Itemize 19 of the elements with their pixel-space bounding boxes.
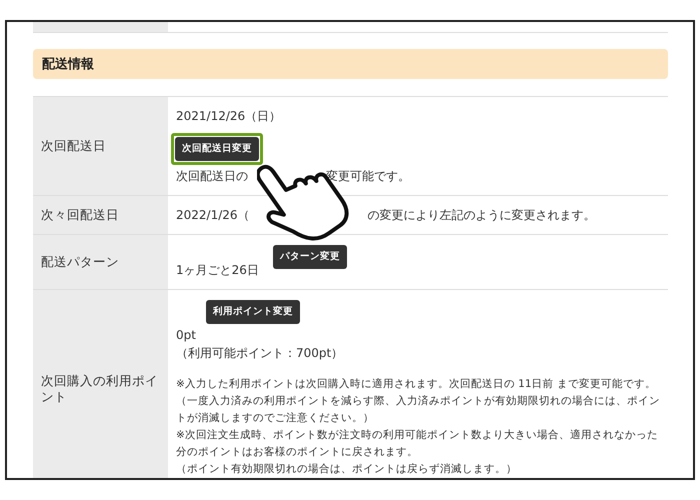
change-button[interactable]: 次回配送日変更 xyxy=(175,137,259,161)
row-label: 次々回配送日 xyxy=(41,206,119,224)
change-button[interactable]: パターン変更 xyxy=(272,245,347,269)
row-label: 配送パターン xyxy=(41,254,119,270)
delivery-date: 2021/12/26（日） xyxy=(176,108,282,125)
delivery-date: 2022/1/26（ xyxy=(176,207,250,224)
note-text: ※入力した利用ポイントは次回購入時に適用されます。次回配送日の 11日前 まで変更可能です。 xyxy=(176,377,657,392)
note-text: ※次回注文生成時、ポイント数が注文時の利用可能ポイント数より大きい場合、適用されなかった分のポイントはお客様のポイントに戻されます。 xyxy=(176,428,659,460)
note-text: （一度入力済みの利用ポイントを減らす際、入力済みポイントが有効期限切れの場合には、ポイントが消滅しますのでご注意ください。） xyxy=(176,394,660,426)
row-label: 次回購入の利用ポイント xyxy=(41,372,159,406)
note-text: 次回配送日の xyxy=(176,168,248,185)
section-title: 配送情報 xyxy=(42,56,94,73)
note-text: の変更により左記のように変更されます。 xyxy=(368,207,596,224)
pattern-value: 1ヶ月ごと26日 xyxy=(176,262,259,279)
points-value: 0pt xyxy=(176,327,197,344)
note-text: （ポイント有効期限切れの場合は、ポイントは戻らず消滅します。） xyxy=(176,462,518,477)
change-button[interactable]: 利用ポイント変更 xyxy=(206,300,300,324)
available-points: （利用可能ポイント：700pt） xyxy=(176,345,344,362)
row-label: 次回配送日 xyxy=(41,138,106,154)
